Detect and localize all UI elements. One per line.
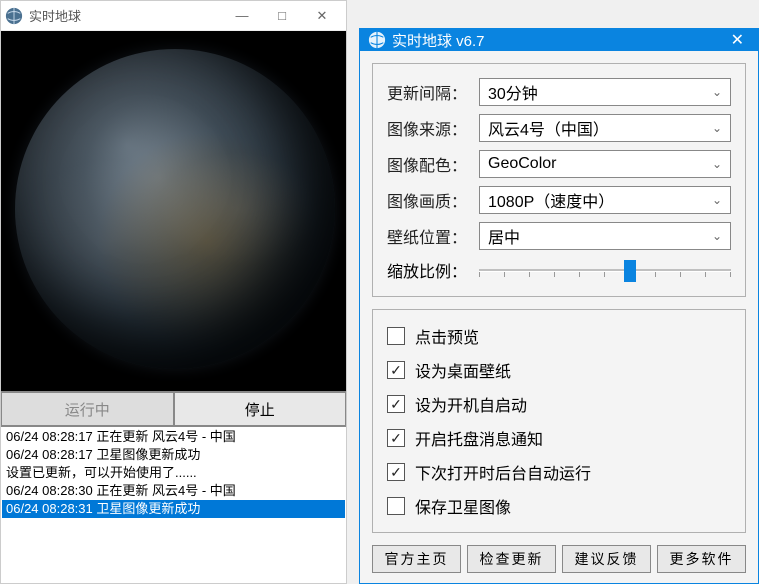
viewer-window: 实时地球 — □ ✕ 运行中 停止 06/24 08:28:17 正在更新 风云… [0,0,347,584]
option-label: 点击预览 [415,324,479,348]
settings-title: 实时地球 v6.7 [392,30,725,51]
image-quality-value: 1080P（速度中） [488,188,614,212]
viewer-title: 实时地球 [29,6,81,25]
option-row[interactable]: ✓ 开启托盘消息通知 [387,426,731,450]
checkbox[interactable] [387,327,405,345]
close-button[interactable]: ✕ [302,2,342,30]
option-row[interactable]: ✓ 设为桌面壁纸 [387,358,731,382]
chevron-down-icon: ⌄ [712,85,722,99]
feedback-button[interactable]: 建议反馈 [562,545,651,573]
image-source-value: 风云4号（中国） [488,116,609,140]
more-software-button[interactable]: 更多软件 [657,545,746,573]
slider-thumb[interactable] [624,260,636,282]
image-source-label: 图像来源： [387,116,479,140]
earth-image [1,31,346,391]
option-label: 下次打开时后台自动运行 [415,460,591,484]
settings-panel: 更新间隔： 30分钟 ⌄ 图像来源： 风云4号（中国） ⌄ 图像配色： GeoC… [372,63,746,297]
option-label: 开启托盘消息通知 [415,426,543,450]
log-line[interactable]: 06/24 08:28:31 卫星图像更新成功 [2,500,345,518]
image-color-label: 图像配色： [387,152,479,176]
zoom-slider[interactable] [479,260,731,280]
globe-icon [5,7,23,25]
bottom-buttons: 官方主页 检查更新 建议反馈 更多软件 [372,545,746,573]
chevron-down-icon: ⌄ [712,121,722,135]
zoom-label: 缩放比例： [387,258,479,282]
log-line[interactable]: 设置已更新，可以开始使用了...... [2,464,345,482]
minimize-button[interactable]: — [222,2,262,30]
running-button[interactable]: 运行中 [1,392,174,426]
option-row[interactable]: 点击预览 [387,324,731,348]
maximize-button[interactable]: □ [262,2,302,30]
update-interval-label: 更新间隔： [387,80,479,104]
viewer-titlebar: 实时地球 — □ ✕ [1,1,346,31]
close-icon[interactable]: ✕ [725,30,750,50]
log-line[interactable]: 06/24 08:28:30 正在更新 风云4号 - 中国 [2,482,345,500]
option-row[interactable]: ✓ 设为开机自启动 [387,392,731,416]
wallpaper-pos-label: 壁纸位置： [387,224,479,248]
check-update-button[interactable]: 检查更新 [467,545,556,573]
options-panel: 点击预览 ✓ 设为桌面壁纸 ✓ 设为开机自启动 ✓ 开启托盘消息通知 ✓ 下次打开时后台自动运行… [372,309,746,533]
option-row[interactable]: 保存卫星图像 [387,494,731,518]
checkbox[interactable]: ✓ [387,429,405,447]
option-label: 设为桌面壁纸 [415,358,511,382]
wallpaper-pos-select[interactable]: 居中 ⌄ [479,222,731,250]
checkbox[interactable]: ✓ [387,463,405,481]
image-color-select[interactable]: GeoColor ⌄ [479,150,731,178]
settings-window: 实时地球 v6.7 ✕ 更新间隔： 30分钟 ⌄ 图像来源： 风云4号（中国） … [359,28,759,584]
globe-icon [368,31,386,49]
image-quality-select[interactable]: 1080P（速度中） ⌄ [479,186,731,214]
control-buttons: 运行中 停止 [1,391,346,426]
chevron-down-icon: ⌄ [712,229,722,243]
image-quality-label: 图像画质： [387,188,479,212]
option-row[interactable]: ✓ 下次打开时后台自动运行 [387,460,731,484]
home-button[interactable]: 官方主页 [372,545,461,573]
log-line[interactable]: 06/24 08:28:17 正在更新 风云4号 - 中国 [2,428,345,446]
settings-titlebar: 实时地球 v6.7 ✕ [360,29,758,51]
option-label: 保存卫星图像 [415,494,511,518]
wallpaper-pos-value: 居中 [488,224,520,248]
stop-button[interactable]: 停止 [174,392,347,426]
log-area[interactable]: 06/24 08:28:17 正在更新 风云4号 - 中国06/24 08:28… [1,426,346,583]
image-source-select[interactable]: 风云4号（中国） ⌄ [479,114,731,142]
chevron-down-icon: ⌄ [712,193,722,207]
log-line[interactable]: 06/24 08:28:17 卫星图像更新成功 [2,446,345,464]
update-interval-value: 30分钟 [488,80,538,104]
checkbox[interactable]: ✓ [387,361,405,379]
checkbox[interactable]: ✓ [387,395,405,413]
checkbox[interactable] [387,497,405,515]
chevron-down-icon: ⌄ [712,157,722,171]
option-label: 设为开机自启动 [415,392,527,416]
image-color-value: GeoColor [488,155,556,173]
update-interval-select[interactable]: 30分钟 ⌄ [479,78,731,106]
